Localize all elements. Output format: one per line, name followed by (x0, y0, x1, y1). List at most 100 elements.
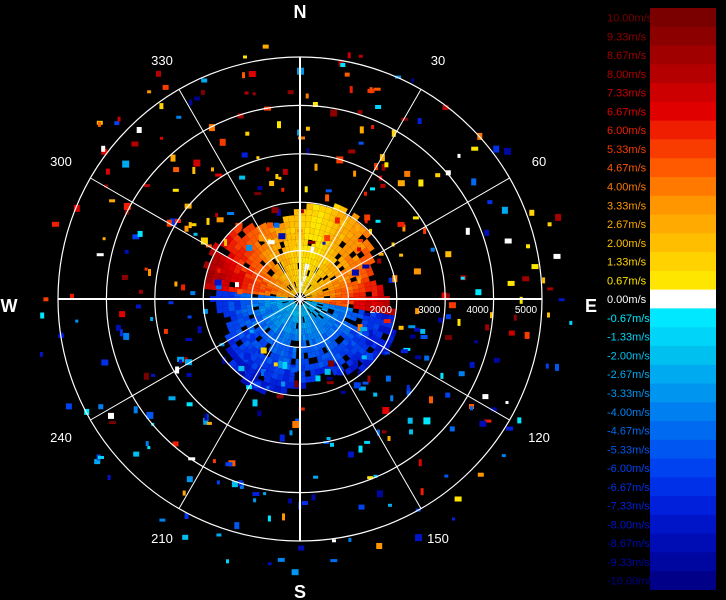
echo-pixel (348, 149, 356, 154)
echo-pixel (147, 446, 151, 450)
legend-label: -2.67m/s (607, 369, 650, 381)
echo-cell (222, 285, 230, 292)
echo-pixel (294, 380, 299, 388)
legend-label: -1.33m/s (607, 332, 650, 344)
legend-label: 6.67m/s (607, 106, 647, 118)
echo-pixel (109, 199, 116, 203)
echo-pixel (275, 174, 279, 179)
echo-pixel (243, 55, 247, 59)
legend-label: 9.33m/s (607, 31, 647, 43)
echo-cell (312, 203, 320, 211)
echo-pixel (390, 395, 394, 402)
echo-pixel (133, 451, 140, 457)
echo-pixel (278, 360, 283, 368)
cardinal-label-n: N (294, 2, 307, 22)
echo-pixel (124, 249, 129, 254)
legend-label: -7.33m/s (607, 501, 650, 513)
echo-cell (377, 290, 384, 297)
echo-pixel (504, 147, 511, 155)
echo-pixel (235, 282, 239, 288)
echo-pixel (216, 533, 222, 537)
echo-pixel (412, 216, 419, 220)
echo-cell (341, 300, 348, 305)
legend-swatch (650, 308, 716, 328)
echo-pixel (273, 362, 278, 367)
echo-pixel (143, 184, 150, 188)
echo-pixel (351, 269, 359, 276)
echo-pixel (187, 315, 192, 319)
echo-pixel (475, 289, 482, 296)
echo-pixel (529, 209, 535, 216)
azimuth-label: 150 (427, 531, 449, 546)
echo-pixel (493, 145, 500, 153)
echo-pixel (524, 331, 530, 339)
echo-cell (376, 284, 384, 291)
legend-swatch (650, 64, 716, 84)
legend-swatch (650, 45, 716, 65)
echo-pixel (119, 311, 126, 318)
echo-cell (204, 282, 212, 290)
azimuth-label: 60 (532, 154, 546, 169)
echo-pixel (273, 222, 280, 228)
echo-pixel (123, 332, 130, 340)
echo-pixel (350, 228, 357, 234)
echo-pixel (370, 187, 375, 191)
echo-pixel (179, 359, 182, 364)
echo-pixel (243, 352, 251, 360)
echo-pixel (452, 517, 455, 521)
echo-pixel (555, 363, 559, 371)
echo-pixel (136, 127, 142, 133)
echo-cell (222, 306, 230, 313)
echo-pixel (206, 421, 212, 425)
echo-pixel (384, 351, 390, 355)
echo-pixel (375, 105, 382, 109)
echo-pixel (380, 183, 386, 188)
range-label: 4000 (466, 305, 489, 316)
echo-pixel (324, 235, 331, 242)
echo-cell (341, 293, 348, 298)
echo-pixel (189, 99, 193, 106)
echo-pixel (398, 325, 404, 330)
echo-pixel (325, 189, 332, 193)
echo-cell (216, 301, 223, 308)
echo-pixel (376, 490, 383, 498)
echo-cell (288, 376, 295, 383)
legend-swatch (650, 327, 716, 347)
echo-pixel (388, 503, 392, 507)
echo-pixel (409, 334, 416, 339)
echo-pixel (302, 501, 308, 505)
echo-pixel (364, 220, 368, 224)
echo-pixel (145, 441, 149, 447)
echo-pixel (484, 229, 490, 236)
echo-pixel (136, 304, 141, 309)
echo-pixel (65, 403, 72, 410)
legend-swatch (650, 571, 716, 590)
echo-pixel (108, 412, 114, 419)
legend-label: 7.33m/s (607, 88, 647, 100)
echo-pixel (298, 545, 305, 551)
echo-pixel (508, 330, 515, 336)
echo-pixel (348, 341, 352, 346)
legend-swatch (650, 214, 716, 234)
azimuth-spokes (58, 57, 542, 541)
echo-cell (289, 227, 296, 234)
echo-cell (304, 227, 311, 234)
echo-pixel (97, 121, 101, 127)
echo-pixel (408, 325, 416, 329)
echo-pixel (417, 118, 422, 124)
echo-pixel (133, 406, 138, 414)
echo-pixel (420, 335, 428, 339)
echo-pixel (501, 206, 508, 214)
legend-label: 2.67m/s (607, 219, 647, 231)
echo-cell (222, 290, 229, 297)
echo-pixel (219, 138, 226, 146)
echo-pixel (215, 173, 223, 177)
echo-pixel (263, 492, 267, 496)
echo-pixel (249, 329, 254, 333)
echo-pixel (305, 93, 309, 99)
echo-cell (353, 304, 360, 310)
echo-pixel (184, 225, 189, 232)
echo-pixel (174, 281, 178, 287)
echo-pixel (355, 225, 360, 232)
legend-swatch (650, 195, 716, 215)
